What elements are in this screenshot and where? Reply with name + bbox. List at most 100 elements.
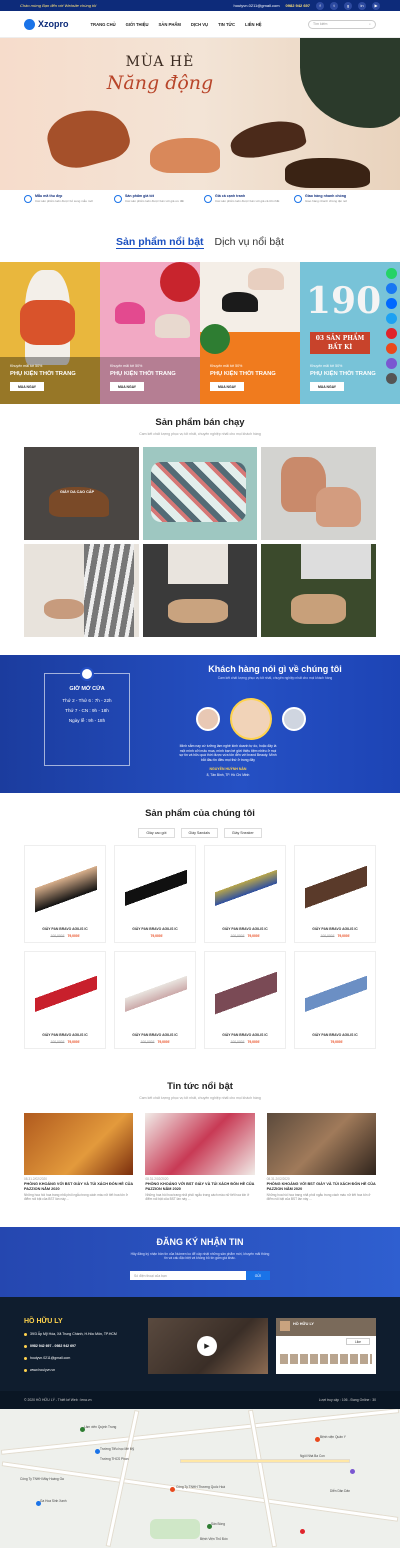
news-image <box>266 1113 376 1175</box>
product-card[interactable]: GIÀY PAN BRAVO AGILIS IC 79,000₫ <box>294 951 376 1049</box>
tab-sneakers[interactable]: Giày Sneaker <box>223 828 262 838</box>
heel-image <box>222 292 258 312</box>
search-icon[interactable]: ⌕ <box>369 22 371 26</box>
product-card[interactable]: GIÀY PAN BRAVO AGILIS IC 100,000₫ 79,000₫ <box>294 845 376 943</box>
nav-services[interactable]: DỊCH VỤ <box>191 22 208 27</box>
hours-line: Ngày lễ : 9h - 18h <box>68 718 106 723</box>
youtube-icon[interactable]: ▶ <box>372 1 380 10</box>
map-label: Trường Tiểu học Mê Mỹ <box>100 1447 135 1451</box>
news-excerpt: Những hoa hồi hoa trang nhã phối ngẫu tr… <box>24 1193 128 1202</box>
news-date: 08.31.2/02/2020 <box>24 1177 48 1181</box>
news-headline[interactable]: PHÒNG KHOÁNG VỚI BST GIÀY VÀ TÚI XÁCH ĐÓ… <box>267 1182 376 1192</box>
news-grid: 08.31.2/02/2020 PHÒNG KHOÁNG VỚI BST GIÀ… <box>24 1113 376 1201</box>
testimonial-address: 8, Tân Bình, TP. Hồ Chí Minh <box>206 773 250 777</box>
nav-home[interactable]: TRANG CHỦ <box>91 22 116 27</box>
promo-card[interactable]: Khuyến mãi tới 50% PHỤ KIỆN THỜI TRANG M… <box>100 262 200 404</box>
phone-text[interactable]: 0982 942 697 - 0982 942 697 <box>30 1344 76 1348</box>
email-text[interactable]: houtyvn.0211@gmail.com <box>30 1356 70 1360</box>
plant-image <box>200 324 230 354</box>
facebook-icon[interactable] <box>386 283 397 294</box>
feature-title: Giá cả cạnh tranh <box>215 194 246 198</box>
play-icon[interactable]: ▶ <box>197 1336 217 1356</box>
product-card[interactable]: GIÀY PAN BRAVO AGILIS IC 100,000₫ 79,000₫ <box>24 951 106 1049</box>
messenger-icon[interactable] <box>386 313 397 324</box>
nav-contact[interactable]: LIÊN HỆ <box>245 22 262 27</box>
avatar-active[interactable] <box>230 698 272 740</box>
news-headline[interactable]: PHÒNG KHOÁNG VỚI BST GIÀY VÀ TÚI XÁCH ĐÓ… <box>24 1182 133 1192</box>
product-card[interactable]: GIÀY PAN BRAVO AGILIS IC 79,000₫ <box>114 845 196 943</box>
news-item[interactable]: 08.31.2/02/2020 PHÒNG KHOÁNG VỚI BST GIÀ… <box>266 1113 376 1201</box>
promo-title: PHỤ KIỆN THỜI TRANG <box>210 371 276 377</box>
product-name: GIÀY PAN BRAVO AGILIS IC <box>132 1033 178 1037</box>
website-text[interactable]: www.houlyvn.vn <box>30 1368 55 1372</box>
map-label: Ga Hoa Sinh Xanh <box>40 1499 67 1503</box>
newsletter-submit-button[interactable]: GỬI <box>246 1271 270 1280</box>
heel-image <box>155 314 190 338</box>
linkedin-icon[interactable]: in <box>358 1 366 10</box>
fb-page-name[interactable]: HỒ HỮU LY <box>293 1322 314 1326</box>
avatar[interactable] <box>282 707 306 731</box>
fb-like-button[interactable]: Like <box>346 1338 370 1345</box>
tab-featured-products[interactable]: Sản phẩm nổi bật <box>116 236 204 249</box>
buy-now-button[interactable]: MUA NGAY <box>210 382 244 391</box>
top-email[interactable]: houtyvn.0211@gmail.com <box>234 3 280 8</box>
news-item[interactable]: 08.31.2/02/2020 PHÒNG KHOÁNG VỚI BST GIÀ… <box>145 1113 255 1201</box>
nav-products[interactable]: SẢN PHẨM <box>159 22 181 27</box>
nav-about[interactable]: GIỚI THIỆU <box>126 22 149 27</box>
mail-icon[interactable] <box>386 343 397 354</box>
twitter-icon[interactable]: t <box>330 1 338 10</box>
product-card[interactable]: GIÀY PAN BRAVO AGILIS IC 100,000₫ 79,000₫ <box>114 951 196 1049</box>
contact-icon[interactable] <box>386 373 397 384</box>
address-text: 39/3 Ấp Mỹ Hòa, Xã Trung Chánh, H.Hóc Mô… <box>30 1332 117 1336</box>
gallery-item[interactable] <box>261 544 376 637</box>
promo-title: PHỤ KIỆN THỜI TRANG <box>10 371 76 377</box>
promo-card[interactable]: Khuyến mãi tới 50% PHỤ KIỆN THỜI TRANG M… <box>0 262 100 404</box>
google-icon[interactable]: g <box>344 1 352 10</box>
facebook-icon[interactable]: f <box>316 1 324 10</box>
avatar[interactable] <box>196 707 220 731</box>
product-card[interactable]: GIÀY PAN BRAVO AGILIS IC 100,000₫ 79,000₫ <box>204 951 286 1049</box>
whatsapp-icon[interactable] <box>386 268 397 279</box>
old-price: 100,000₫ <box>140 1040 155 1044</box>
buy-now-button[interactable]: MUA NGAY <box>310 382 344 391</box>
search-placeholder: Tìm kiếm <box>313 22 328 26</box>
promo-card[interactable]: 190 03 SẢN PHẨM BẤT KÌ Khuyến mãi tới 50… <box>300 262 400 404</box>
product-name: GIÀY PAN BRAVO AGILIS IC <box>42 1033 88 1037</box>
tab-featured-services[interactable]: Dịch vụ nổi bật <box>214 236 283 248</box>
top-phone[interactable]: 0982 942 697 <box>286 3 310 8</box>
gallery-item[interactable] <box>142 447 258 540</box>
nav-news[interactable]: TIN TỨC <box>218 22 235 27</box>
tab-sandals[interactable]: Giày Sandals <box>180 828 218 838</box>
hero-banner[interactable]: MÙA HÈ Năng động <box>0 38 400 190</box>
news-headline[interactable]: PHÒNG KHOÁNG VỚI BST GIÀY VÀ TÚI XÁCH ĐÓ… <box>145 1182 254 1192</box>
gallery-item[interactable]: GIÀY DA CAO CẤP <box>24 447 139 540</box>
gallery-item[interactable] <box>142 544 258 637</box>
promo-offer: 03 SẢN PHẨM BẤT KÌ <box>310 332 370 354</box>
news-item[interactable]: 08.31.2/02/2020 PHÒNG KHOÁNG VỚI BST GIÀ… <box>24 1113 134 1202</box>
map-label: Ngôi Nhà Ba Con <box>300 1454 325 1458</box>
logo[interactable]: Xzopro <box>24 18 69 30</box>
phone-icon[interactable] <box>386 328 397 339</box>
hero-title: MÙA HÈ <box>125 54 195 70</box>
search-input[interactable]: Tìm kiếm ⌕ <box>308 19 376 29</box>
product-card[interactable]: GIÀY PAN BRAVO AGILIS IC 100,000₫ 79,000₫ <box>24 845 106 943</box>
promo-card[interactable]: Khuyến mãi tới 50% PHỤ KIỆN THỜI TRANG M… <box>200 262 300 404</box>
gallery-item[interactable] <box>261 447 376 540</box>
product-card[interactable]: GIÀY PAN BRAVO AGILIS IC 100,000₫ 79,000₫ <box>204 845 286 943</box>
promo-label: Khuyến mãi tới 50% <box>10 364 43 368</box>
park-area <box>150 1519 200 1539</box>
gallery-item[interactable] <box>24 544 139 637</box>
old-price: 100,000₫ <box>230 1040 245 1044</box>
buy-now-button[interactable]: MUA NGAY <box>110 382 144 391</box>
map[interactable]: Lâm viên Quỳnh Trung Trường Tiểu học Mê … <box>0 1409 400 1548</box>
tab-high-heels[interactable]: Giày cao gót <box>138 828 175 838</box>
buy-now-button[interactable]: MUA NGAY <box>10 382 44 391</box>
testimonial-subtitle: Cam kết chất lượng phục vụ tốt nhất, chu… <box>217 676 333 680</box>
skype-icon[interactable] <box>386 358 397 369</box>
zalo-icon[interactable] <box>386 298 397 309</box>
leaf-decoration <box>300 38 400 128</box>
product-image <box>215 856 277 914</box>
product-image <box>35 962 97 1020</box>
clock-icon <box>80 667 94 681</box>
logo-icon <box>24 18 35 30</box>
